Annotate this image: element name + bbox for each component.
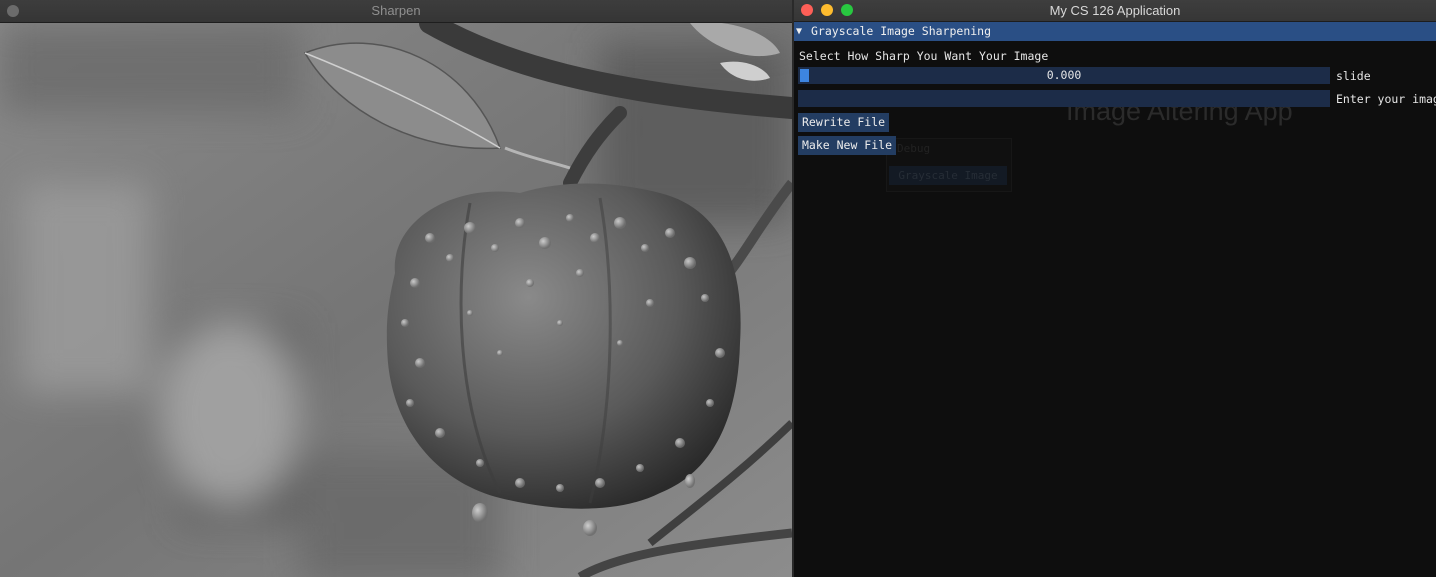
image-viewer-window: Sharpen xyxy=(0,0,792,577)
debug-panel: Debug Grayscale Image xyxy=(886,138,1012,192)
image-viewer-title: Sharpen xyxy=(371,3,421,18)
image-path-input[interactable] xyxy=(798,90,1330,107)
debug-panel-title: Debug xyxy=(897,142,931,155)
section-header-label: Grayscale Image Sharpening xyxy=(811,24,992,38)
grayscale-image-button[interactable]: Grayscale Image xyxy=(889,166,1007,185)
rewrite-file-button[interactable]: Rewrite File xyxy=(798,113,890,132)
app-titlebar[interactable]: My CS 126 Application xyxy=(794,0,1436,22)
app-title: My CS 126 Application xyxy=(1049,3,1181,18)
sharpness-prompt: Select How Sharp You Want Your Image xyxy=(799,49,1049,63)
app-window: My CS 126 Application Image Altering App… xyxy=(794,0,1436,577)
slider-value: 0.000 xyxy=(1046,68,1082,82)
grayscale-apple-photo xyxy=(0,23,792,577)
make-new-file-button[interactable]: Make New File xyxy=(798,136,897,155)
section-header-grayscale-sharpening[interactable]: ▼ Grayscale Image Sharpening xyxy=(794,22,1436,41)
image-path-label: Enter your image xyxy=(1336,92,1436,106)
collapse-arrow-icon[interactable]: ▼ xyxy=(796,22,802,41)
slider-label: slide xyxy=(1336,69,1371,83)
sharpness-slider[interactable]: 0.000 xyxy=(798,67,1330,84)
image-viewer-titlebar[interactable]: Sharpen xyxy=(0,0,792,23)
